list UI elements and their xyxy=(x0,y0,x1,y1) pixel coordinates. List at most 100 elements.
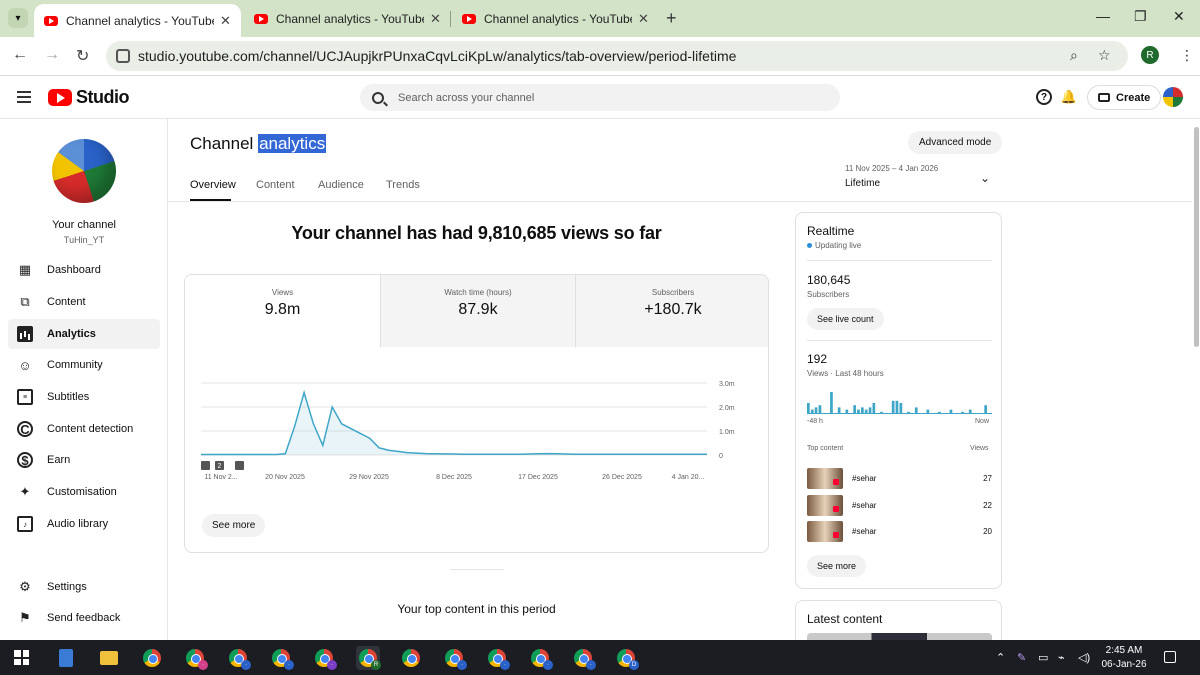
file-explorer-icon[interactable] xyxy=(97,646,121,670)
sidebar-item-earn[interactable]: $ Earn xyxy=(8,445,160,475)
advanced-mode-button[interactable]: Advanced mode xyxy=(908,131,1003,154)
account-avatar[interactable] xyxy=(1163,87,1183,107)
milestone-icon xyxy=(235,461,244,470)
volume-icon[interactable]: ◁) xyxy=(1078,651,1090,664)
tab-trends[interactable]: Trends xyxy=(386,179,420,191)
realtime-bar xyxy=(872,403,876,414)
metric-label: Subscribers xyxy=(651,288,695,297)
see-live-count-button[interactable]: See live count xyxy=(807,308,884,330)
chrome-profile-icon[interactable] xyxy=(399,646,423,670)
tray-chevron-up-icon[interactable]: ⌃ xyxy=(996,651,1005,664)
chrome-profile-icon[interactable]: · xyxy=(485,646,510,670)
studio-header: Studio Search across your channel ? 🔔 Cr… xyxy=(0,77,1200,119)
close-icon[interactable]: ✕ xyxy=(220,13,231,29)
zoom-icon[interactable]: ⌕ xyxy=(1070,47,1078,64)
scrollbar-thumb[interactable] xyxy=(1194,127,1199,347)
forward-icon[interactable]: → xyxy=(44,46,60,64)
latest-video-thumbnail[interactable] xyxy=(807,633,992,640)
chrome-profile-icon[interactable]: · xyxy=(571,646,596,670)
chrome-profile-icon[interactable]: · xyxy=(183,646,208,670)
browser-tab-3[interactable]: Channel analytics - YouTube Studio ✕ xyxy=(452,4,659,34)
realtime-status-text: Updating live xyxy=(815,241,862,250)
chrome-profile-icon[interactable]: · xyxy=(528,646,553,670)
window-close-icon[interactable]: ✕ xyxy=(1173,8,1185,25)
chevron-down-icon[interactable]: ⌄ xyxy=(980,171,990,185)
address-bar[interactable]: studio.youtube.com/channel/UCJAupjkrPUnx… xyxy=(106,41,1128,71)
logo-text: Studio xyxy=(76,87,130,107)
y-tick-label: 3.0m xyxy=(719,381,735,388)
help-icon[interactable]: ? xyxy=(1036,89,1052,105)
see-more-button[interactable]: See more xyxy=(202,514,266,537)
browser-tab-2[interactable]: Channel analytics - YouTube Studio ✕ xyxy=(244,4,451,34)
chrome-icon[interactable] xyxy=(140,646,164,670)
create-button[interactable]: Create xyxy=(1087,85,1162,110)
sidebar-item-dashboard[interactable]: ▦ Dashboard xyxy=(8,255,160,285)
analytics-icon xyxy=(17,326,33,342)
browser-tab-title: Channel analytics - YouTube Studio xyxy=(66,13,214,28)
channel-avatar[interactable] xyxy=(52,139,116,203)
new-tab-icon[interactable]: + xyxy=(666,8,677,29)
sidebar-item-send-feedback[interactable]: ⚑ Send feedback xyxy=(8,603,160,633)
sidebar-item-content-detection[interactable]: C Content detection xyxy=(8,414,160,444)
bookmark-star-icon[interactable]: ☆ xyxy=(1098,47,1111,64)
tab-content[interactable]: Content xyxy=(256,179,295,191)
metric-watch-time[interactable]: Watch time (hours) 87.9k xyxy=(380,275,575,347)
top-content-row[interactable]: #sehar 20 xyxy=(807,520,992,542)
sidebar-item-settings[interactable]: ⚙ Settings xyxy=(8,572,160,602)
browser-tab-1[interactable]: Channel analytics - YouTube Studio ✕ xyxy=(34,4,241,37)
live-dot-icon xyxy=(807,243,812,248)
chrome-profile-icon[interactable]: · xyxy=(312,646,337,670)
calculator-icon[interactable] xyxy=(54,646,78,670)
metric-views[interactable]: Views 9.8m xyxy=(185,275,380,347)
sidebar-item-subtitles[interactable]: ≡ Subtitles xyxy=(8,382,160,412)
chrome-profile-icon[interactable]: · xyxy=(226,646,251,670)
sidebar-item-analytics[interactable]: Analytics xyxy=(8,319,160,349)
search-input[interactable]: Search across your channel xyxy=(360,84,840,111)
battery-icon[interactable]: ▭ xyxy=(1038,651,1048,664)
close-icon[interactable]: ✕ xyxy=(430,11,441,27)
site-info-icon[interactable] xyxy=(116,49,130,63)
channel-handle: TuHin_YT xyxy=(63,235,105,245)
restore-icon[interactable]: ❐ xyxy=(1134,8,1147,25)
video-title: #sehar xyxy=(852,500,877,510)
back-icon[interactable]: ← xyxy=(12,46,28,64)
sidebar-item-community[interactable]: ☺ Community xyxy=(8,350,160,380)
metric-subscribers[interactable]: Subscribers +180.7k xyxy=(575,275,768,347)
notifications-bell-icon[interactable]: 🔔 xyxy=(1061,89,1077,105)
reload-icon[interactable]: ↻ xyxy=(76,46,89,66)
studio-logo[interactable]: Studio xyxy=(48,87,130,108)
browser-profile-avatar[interactable]: R xyxy=(1141,46,1159,64)
realtime-views-bars[interactable] xyxy=(807,388,992,414)
chrome-profile-icon[interactable]: R xyxy=(356,646,381,670)
top-content-row[interactable]: #sehar 22 xyxy=(807,494,992,516)
close-icon[interactable]: ✕ xyxy=(638,11,649,27)
chrome-profile-icon[interactable]: · xyxy=(442,646,467,670)
youtube-logo-icon xyxy=(48,89,72,106)
browser-menu-icon[interactable]: ⋮ xyxy=(1180,47,1194,64)
views-chart[interactable]: 0 1.0m 2.0m 3.0m 11 Nov 2... 20 Nov 2025 29 No… xyxy=(185,365,769,495)
top-content-header: Top content xyxy=(807,445,844,452)
realtime-bar xyxy=(895,400,899,414)
chrome-profile-icon[interactable]: · xyxy=(269,646,294,670)
tab-audience[interactable]: Audience xyxy=(318,179,364,191)
sidebar-item-audio-library[interactable]: ♪ Audio library xyxy=(8,509,160,539)
realtime-see-more-button[interactable]: See more xyxy=(807,555,867,577)
windows-start-icon[interactable] xyxy=(14,650,29,665)
page-scrollbar[interactable] xyxy=(1192,119,1200,640)
period-selector[interactable]: Lifetime xyxy=(845,178,880,189)
top-content-row[interactable]: #sehar 27 xyxy=(807,467,992,489)
realtime-bar xyxy=(984,405,987,414)
tab-search-icon[interactable]: ▾ xyxy=(8,8,28,28)
chrome-profile-icon[interactable]: D xyxy=(614,646,639,670)
tab-overview[interactable]: Overview xyxy=(190,179,236,191)
channel-title: Your channel xyxy=(52,219,116,231)
system-clock[interactable]: 2:45 AM 06-Jan-26 xyxy=(1100,644,1148,672)
sidebar-item-customisation[interactable]: ✦ Customisation xyxy=(8,477,160,507)
notifications-icon[interactable] xyxy=(1164,651,1176,663)
network-icon[interactable]: ⌁ xyxy=(1058,651,1065,664)
menu-icon[interactable] xyxy=(17,91,31,103)
minimize-icon[interactable]: — xyxy=(1096,8,1110,24)
pen-icon[interactable]: ✎ xyxy=(1017,651,1026,664)
sidebar-item-content[interactable]: ⧉ Content xyxy=(8,287,160,317)
date-range[interactable]: 11 Nov 2025 – 4 Jan 2026 xyxy=(845,164,938,173)
